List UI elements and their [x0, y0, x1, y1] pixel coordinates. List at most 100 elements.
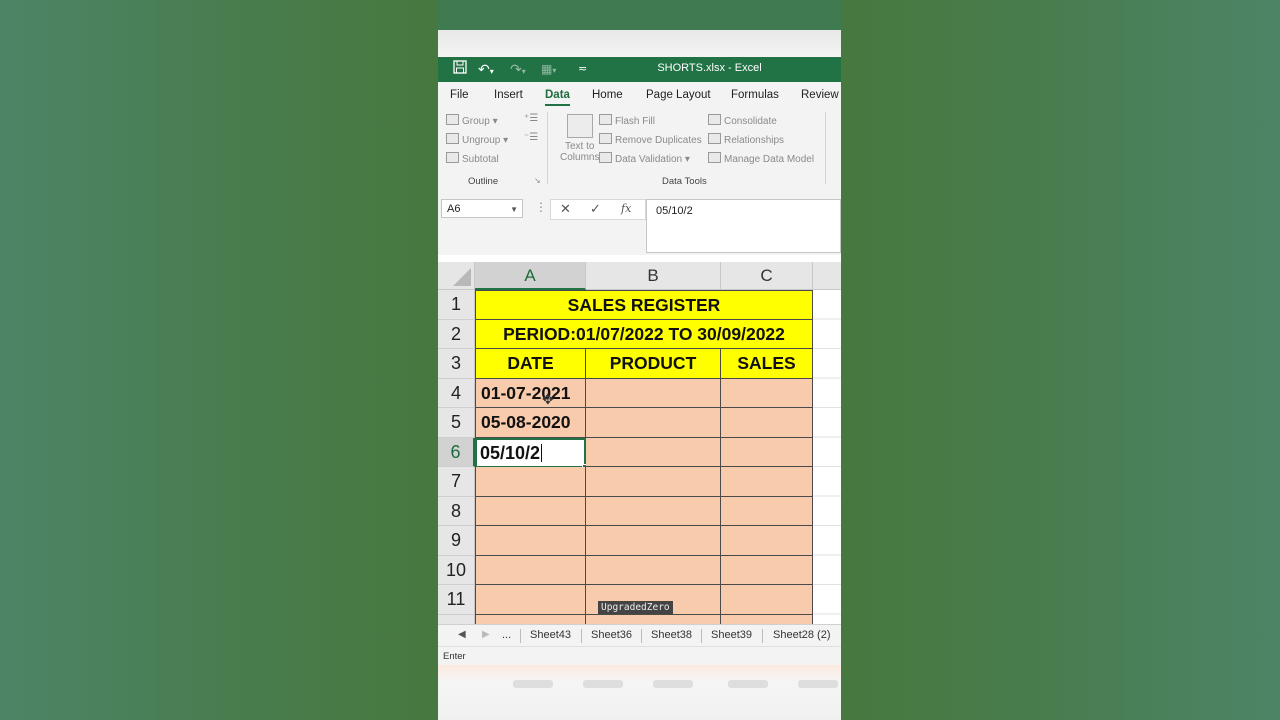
row-header-selected[interactable]: 6 — [438, 437, 475, 467]
select-all-button[interactable] — [438, 262, 475, 290]
mouse-cursor-icon: ✥ — [542, 391, 554, 407]
chevron-down-icon[interactable]: ▼ — [510, 200, 518, 219]
hide-detail-icon[interactable]: ⁻☰ — [524, 132, 538, 143]
flash-fill-label: Flash Fill — [615, 116, 656, 127]
product-cell[interactable] — [586, 614, 721, 624]
sales-cell[interactable] — [721, 467, 813, 497]
product-cell[interactable] — [586, 555, 721, 585]
consolidate-button[interactable]: Consolidate — [708, 114, 777, 127]
ungroup-label: Ungroup — [462, 135, 501, 146]
date-cell[interactable] — [475, 585, 586, 615]
sheet-tab[interactable]: Sheet43 — [530, 629, 571, 641]
sales-cell[interactable] — [721, 437, 813, 467]
header-product[interactable]: PRODUCT — [586, 349, 721, 379]
row-header[interactable]: 4 — [438, 378, 475, 408]
row-header[interactable]: 9 — [438, 526, 475, 556]
tab-insert[interactable]: Insert — [494, 89, 523, 101]
column-header-b[interactable]: B — [586, 262, 721, 290]
row-header[interactable]: 8 — [438, 496, 475, 526]
more-sheets-button[interactable]: ... — [502, 629, 511, 641]
tab-data[interactable]: Data — [545, 89, 570, 106]
sales-cell[interactable] — [721, 378, 813, 408]
insert-function-icon[interactable]: fx — [621, 202, 631, 215]
ungroup-button[interactable]: Ungroup ▾ — [446, 133, 508, 146]
sales-cell[interactable] — [721, 614, 813, 624]
period-cell[interactable]: PERIOD:01/07/2022 TO 30/09/2022 — [475, 319, 813, 349]
sheet-tab[interactable]: Sheet36 — [591, 629, 632, 641]
data-validation-icon — [599, 152, 612, 163]
remove-duplicates-label: Remove Duplicates — [615, 135, 702, 146]
header-date[interactable]: DATE — [475, 349, 586, 379]
splitter-icon[interactable]: ⋮ — [535, 200, 547, 214]
text-to-columns-line2: Columns — [560, 152, 600, 163]
sheet-tab[interactable]: Sheet38 — [651, 629, 692, 641]
cancel-icon[interactable]: ✕ — [560, 201, 571, 217]
sales-cell[interactable] — [721, 526, 813, 556]
subtotal-button[interactable]: Subtotal — [446, 152, 499, 165]
product-cell[interactable] — [586, 378, 721, 408]
product-cell[interactable] — [586, 467, 721, 497]
blurred-item — [513, 680, 553, 688]
row-header[interactable] — [438, 614, 475, 624]
blurred-toolbar — [438, 30, 841, 57]
date-cell[interactable] — [475, 526, 586, 556]
show-detail-icon[interactable]: ⁺☰ — [524, 113, 538, 124]
relationships-label: Relationships — [724, 135, 785, 146]
row-header[interactable]: 2 — [438, 319, 475, 349]
date-cell[interactable]: 05-08-2020 — [475, 408, 586, 438]
sheet-tab[interactable]: Sheet39 — [711, 629, 752, 641]
title-cell[interactable]: SALES REGISTER — [475, 290, 813, 320]
tab-formulas[interactable]: Formulas — [731, 89, 779, 101]
background-right — [841, 0, 1280, 720]
date-cell[interactable]: 01-07-2021 — [475, 378, 586, 408]
row-header[interactable]: 7 — [438, 467, 475, 497]
date-cell[interactable] — [475, 467, 586, 497]
formula-input[interactable]: 05/10/2 — [646, 199, 841, 253]
row-header[interactable]: 10 — [438, 555, 475, 585]
enter-icon[interactable]: ✓ — [590, 201, 601, 217]
product-cell[interactable] — [586, 408, 721, 438]
column-header-a[interactable]: A — [475, 262, 586, 290]
relationships-button[interactable]: Relationships — [708, 133, 784, 146]
row-header[interactable]: 1 — [438, 290, 475, 320]
row-header[interactable]: 3 — [438, 349, 475, 379]
blurred-item — [583, 680, 623, 688]
product-cell[interactable] — [586, 526, 721, 556]
active-cell-a6[interactable]: 05/10/2 — [475, 437, 586, 468]
sales-cell[interactable] — [721, 408, 813, 438]
blurred-top-bar — [438, 0, 841, 30]
sheet-tab[interactable]: Sheet28 (2) — [773, 629, 830, 641]
tab-divider — [641, 629, 642, 643]
outline-group-label: Outline — [468, 176, 499, 187]
outline-launcher-icon[interactable]: ↘ — [534, 176, 541, 185]
manage-data-model-button[interactable]: Manage Data Model — [708, 152, 814, 165]
date-cell[interactable] — [475, 496, 586, 526]
flash-fill-button[interactable]: Flash Fill — [599, 114, 655, 127]
sales-cell[interactable] — [721, 496, 813, 526]
column-header-d[interactable] — [813, 262, 841, 290]
header-sales[interactable]: SALES — [721, 349, 813, 379]
sales-cell[interactable] — [721, 585, 813, 615]
product-cell[interactable] — [586, 437, 721, 467]
data-validation-label: Data Validation — [615, 154, 683, 165]
group-button[interactable]: Group ▾ — [446, 114, 498, 127]
text-to-columns-button[interactable]: Text to Columns — [560, 114, 599, 163]
window-title: SHORTS.xlsx - Excel — [657, 62, 762, 74]
next-sheet-icon[interactable]: ▶ — [482, 629, 490, 640]
row-header[interactable]: 5 — [438, 408, 475, 438]
sales-cell[interactable] — [721, 555, 813, 585]
product-cell[interactable] — [586, 496, 721, 526]
tab-review[interactable]: Review — [801, 89, 839, 101]
name-box[interactable]: A6 ▼ — [441, 199, 523, 218]
data-validation-button[interactable]: Data Validation ▾ — [599, 152, 690, 165]
group-label: Group — [462, 116, 490, 127]
remove-duplicates-button[interactable]: Remove Duplicates — [599, 133, 702, 146]
date-cell[interactable] — [475, 555, 586, 585]
tab-home[interactable]: Home — [592, 89, 623, 101]
column-header-c[interactable]: C — [721, 262, 813, 290]
tab-file[interactable]: File — [450, 89, 469, 101]
row-header[interactable]: 11 — [438, 585, 475, 615]
prev-sheet-icon[interactable]: ◀ — [458, 629, 466, 640]
tab-page-layout[interactable]: Page Layout — [646, 89, 711, 101]
date-cell[interactable] — [475, 614, 586, 624]
